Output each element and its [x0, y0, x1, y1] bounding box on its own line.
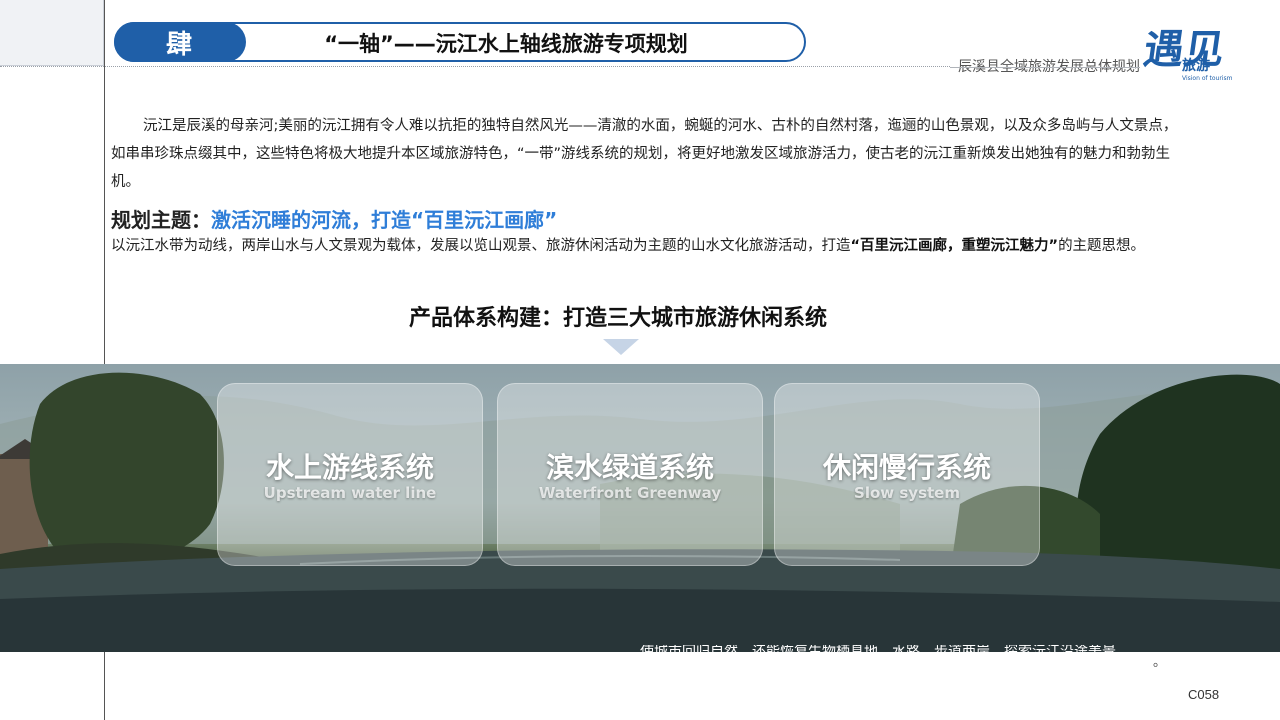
- corner-guide-box: [0, 0, 104, 66]
- page-number: C058: [1188, 687, 1220, 702]
- tourism-logo: 遇见 旅游 Vision of tourism: [1141, 24, 1234, 84]
- intro-paragraph: 沅江是辰溪的母亲河;美丽的沅江拥有令人难以抗拒的独特自然风光——清澈的水面，蜿蜒…: [111, 118, 1178, 190]
- theme-desc-bold: “百里沅江画廊，重塑沅江魅力”: [850, 238, 1059, 254]
- card-subtitle: Waterfront Greenway: [538, 484, 722, 502]
- clipped-caption-text: 使城市回归自然，还能恢复生物栖息地，水路、步道两岸，探索沅江沿途美景: [640, 645, 1116, 657]
- subtitle-underline: [950, 67, 1140, 68]
- card-subtitle: Slow system: [854, 484, 960, 502]
- card-title: 休闲慢行系统: [822, 451, 991, 484]
- section-label: 肆: [114, 22, 246, 62]
- theme-desc-tail: 的主题思想。: [1058, 238, 1146, 254]
- header-dotted-line: [0, 66, 950, 67]
- card-slow-system[interactable]: 休闲慢行系统 Slow system: [774, 383, 1040, 566]
- card-water-line[interactable]: 水上游线系统 Upstream water line: [217, 383, 483, 566]
- theme-description: 以沅江水带为动线，两岸山水与人文景观为载体，发展以览山观景、旅游休闲活动为主题的…: [111, 232, 1181, 260]
- plan-theme: 规划主题：激活沉睡的河流，打造“百里沅江画廊”: [111, 204, 557, 233]
- card-waterfront-greenway[interactable]: 滨水绿道系统 Waterfront Greenway: [497, 383, 763, 566]
- card-title: 滨水绿道系统: [545, 451, 714, 484]
- down-arrow-icon: [603, 339, 639, 355]
- theme-label: 规划主题：: [111, 208, 211, 232]
- logo-text: 旅游: [1182, 58, 1210, 74]
- logo-subtext: Vision of tourism: [1182, 75, 1233, 82]
- product-heading: 产品体系构建：打造三大城市旅游休闲系统: [408, 306, 827, 331]
- theme-highlight: 激活沉睡的河流，打造“百里沅江画廊”: [211, 208, 558, 232]
- page-title: “一轴”——沅江水上轴线旅游专项规划: [324, 32, 688, 56]
- caption-period: 。: [1153, 655, 1167, 670]
- theme-desc-text: 以沅江水带为动线，两岸山水与人文景观为载体，发展以览山观景、旅游休闲活动为主题的…: [111, 238, 851, 254]
- card-subtitle: Upstream water line: [263, 484, 437, 502]
- document-subtitle: 辰溪县全域旅游发展总体规划: [958, 59, 1140, 75]
- card-title: 水上游线系统: [265, 451, 434, 484]
